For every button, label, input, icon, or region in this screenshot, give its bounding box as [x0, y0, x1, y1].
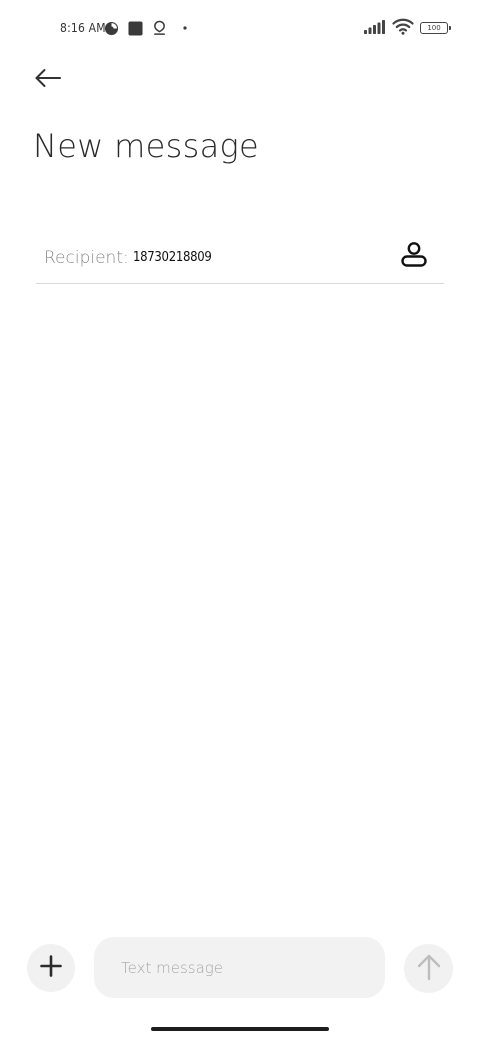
arrow-left-icon — [34, 68, 62, 92]
status-bar: 8:16 AM 100 — [0, 0, 480, 56]
person-icon — [399, 239, 429, 273]
page-title: New message — [33, 127, 259, 165]
arrow-up-icon — [416, 953, 442, 985]
location-icon — [151, 20, 167, 36]
signal-icon — [364, 19, 386, 38]
message-input[interactable] — [94, 937, 385, 998]
recipient-label: Recipient: — [44, 248, 129, 268]
wifi-icon — [392, 18, 414, 39]
home-indicator[interactable] — [151, 1027, 329, 1031]
plus-icon — [39, 954, 63, 982]
status-left-icons — [103, 19, 191, 37]
square-app-icon — [127, 20, 143, 36]
status-right-icons: 100 — [364, 17, 451, 39]
message-input-container — [94, 937, 385, 998]
battery-level: 100 — [427, 24, 441, 32]
status-time: 8:16 AM — [60, 21, 106, 35]
recipient-value[interactable]: 18730218809 — [133, 250, 212, 266]
attach-button[interactable] — [27, 944, 75, 992]
battery-icon: 100 — [420, 22, 451, 34]
pie-app-icon — [103, 20, 119, 36]
back-button[interactable] — [30, 64, 66, 96]
dot-icon — [175, 20, 191, 36]
pick-contact-button[interactable] — [398, 240, 430, 272]
recipient-row[interactable]: Recipient: 18730218809 — [36, 236, 444, 284]
send-button[interactable] — [404, 944, 453, 993]
